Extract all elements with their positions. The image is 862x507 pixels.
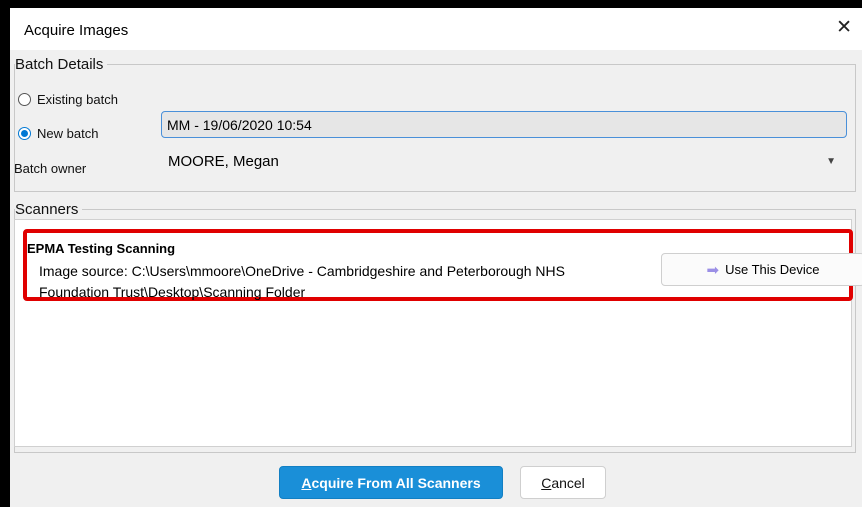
batch-name-input[interactable]	[161, 111, 847, 138]
scanner-device-item[interactable]: EPMA Testing Scanning Image source: C:\U…	[23, 229, 862, 301]
radio-checked-icon[interactable]	[18, 127, 31, 140]
batch-details-legend: Batch Details	[15, 56, 104, 73]
close-icon[interactable]: ✕	[836, 18, 852, 37]
batch-owner-label: Batch owner	[14, 161, 87, 176]
acquire-from-all-scanners-button[interactable]: Acquire From All Scanners	[279, 466, 503, 499]
radio-unchecked-icon[interactable]	[18, 93, 31, 106]
cancel-mnemonic: C	[541, 474, 552, 491]
use-this-device-button[interactable]: ➡ Use This Device	[661, 253, 862, 286]
chevron-down-icon[interactable]: ▼	[826, 156, 836, 167]
use-this-device-label: Use This Device	[725, 262, 820, 277]
acquire-mnemonic: A	[301, 474, 312, 491]
device-name: EPMA Testing Scanning	[27, 241, 176, 256]
cancel-label: ancel	[551, 474, 585, 491]
scanner-list[interactable]: EPMA Testing Scanning Image source: C:\U…	[14, 219, 862, 447]
cancel-button[interactable]: Cancel	[520, 466, 606, 499]
batch-owner-select[interactable]: MOORE, Megan ▼	[168, 149, 844, 173]
arrow-right-icon: ➡	[706, 261, 720, 279]
scanners-legend: Scanners	[15, 201, 79, 218]
new-batch-label: New batch	[37, 126, 99, 141]
existing-batch-label: Existing batch	[37, 92, 118, 107]
device-image-source: Image source: C:\Users\mmoore\OneDrive -…	[39, 263, 565, 300]
title-bar: Acquire Images ✕	[10, 8, 862, 50]
dialog-title: Acquire Images	[24, 22, 129, 39]
new-batch-radio[interactable]: New batch	[18, 126, 98, 141]
existing-batch-radio[interactable]: Existing batch	[18, 92, 118, 107]
batch-owner-value: MOORE, Megan	[168, 152, 279, 170]
acquire-label: cquire From All Scanners	[311, 474, 481, 491]
